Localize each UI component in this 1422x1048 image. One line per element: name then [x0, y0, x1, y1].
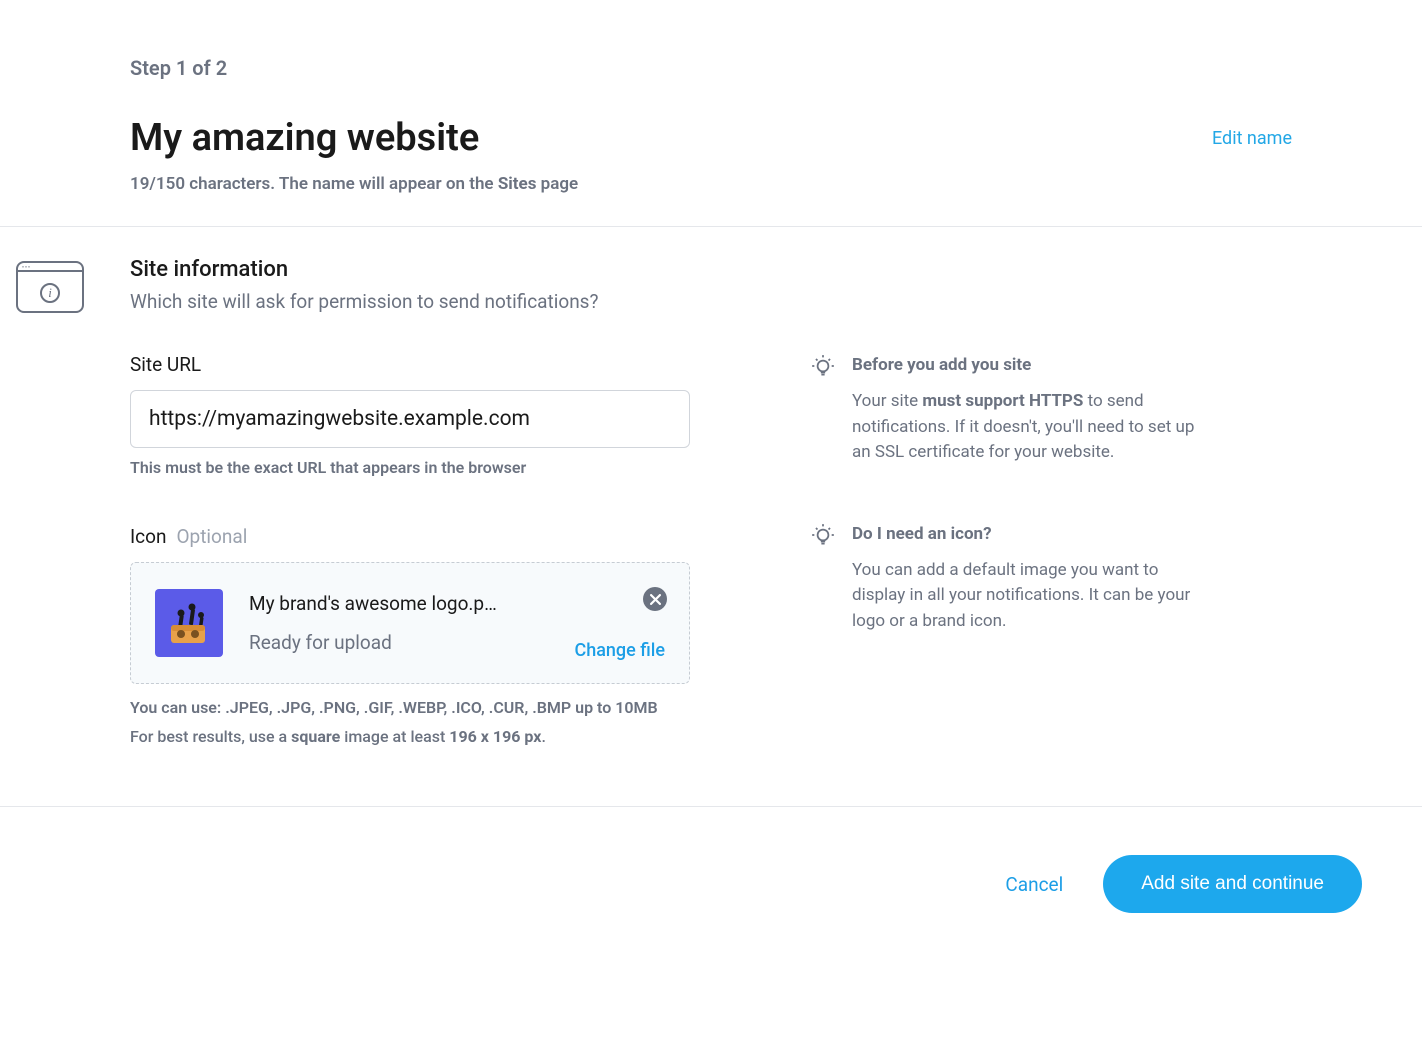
lightbulb-icon [810, 522, 834, 546]
file-thumbnail [155, 589, 223, 657]
icon-label: IconOptional [130, 525, 690, 548]
tip-https: Before you add you site Your site must s… [810, 353, 1210, 466]
remove-file-button[interactable] [643, 587, 667, 611]
tip-icon: Do I need an icon? You can add a default… [810, 522, 1210, 635]
change-file-link[interactable]: Change file [574, 640, 665, 661]
site-url-help: This must be the exact URL that appears … [130, 458, 690, 477]
icon-help-size: For best results, use a square image at … [130, 727, 690, 746]
char-count-info: 19/150 characters. The name will appear … [130, 174, 1292, 194]
tip-https-text: Your site must support HTTPS to send not… [852, 389, 1210, 466]
file-name: My brand's awesome logo.p… [249, 592, 665, 615]
add-site-continue-button[interactable]: Add site and continue [1103, 855, 1362, 913]
tip-https-title: Before you add you site [852, 355, 1210, 375]
cancel-button[interactable]: Cancel [1005, 873, 1063, 896]
icon-help-formats: You can use: .JPEG, .JPG, .PNG, .GIF, .W… [130, 698, 690, 717]
site-url-input[interactable] [130, 390, 690, 448]
edit-name-link[interactable]: Edit name [1212, 128, 1292, 149]
step-indicator: Step 1 of 2 [130, 56, 1292, 80]
lightbulb-icon [810, 353, 834, 377]
browser-info-icon: ••• i [16, 261, 84, 313]
section-title: Site information [130, 257, 1292, 282]
page-title: My amazing website [130, 116, 479, 160]
tip-icon-text: You can add a default image you want to … [852, 558, 1210, 635]
upload-card[interactable]: My brand's awesome logo.p… Ready for upl… [130, 562, 690, 684]
site-url-label: Site URL [130, 353, 690, 376]
tip-icon-title: Do I need an icon? [852, 524, 1210, 544]
section-subtitle: Which site will ask for permission to se… [130, 290, 1292, 313]
